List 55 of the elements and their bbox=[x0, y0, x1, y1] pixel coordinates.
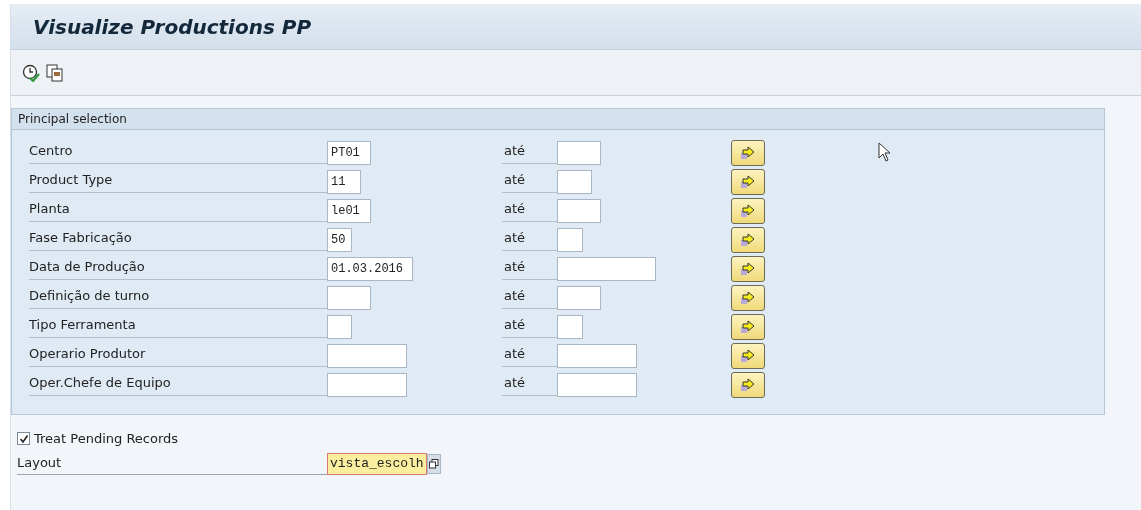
multiple-selection-button[interactable] bbox=[731, 226, 765, 253]
input-field[interactable] bbox=[557, 372, 637, 397]
field-label: Tipo Ferramenta bbox=[29, 315, 327, 338]
multiple-selection-button[interactable] bbox=[731, 168, 765, 195]
input-field[interactable]: 50 bbox=[327, 227, 352, 252]
arrow-icon bbox=[740, 348, 756, 363]
multiple-selection-button[interactable] bbox=[731, 255, 765, 282]
copy-icon bbox=[428, 458, 439, 469]
arrow-icon bbox=[740, 232, 756, 247]
input-field[interactable] bbox=[557, 140, 601, 165]
group-title: Principal selection bbox=[18, 111, 127, 128]
field-label: Planta bbox=[29, 199, 327, 222]
input-field[interactable] bbox=[327, 285, 371, 310]
field-label: Definição de turno bbox=[29, 286, 327, 309]
input-field[interactable] bbox=[557, 198, 601, 223]
layout-field[interactable]: vista_escolh bbox=[327, 452, 427, 475]
checkbox[interactable] bbox=[17, 432, 30, 446]
field-label: Fase Fabricação bbox=[29, 228, 327, 251]
copy-icon[interactable] bbox=[46, 63, 64, 82]
arrow-icon bbox=[740, 377, 756, 392]
input-field[interactable] bbox=[557, 227, 583, 252]
field-label: Layout bbox=[17, 452, 327, 475]
arrow-icon bbox=[740, 174, 756, 189]
window-title: Visualize Productions PP bbox=[33, 13, 312, 41]
input-field[interactable]: 11 bbox=[327, 169, 361, 194]
input-field[interactable]: le01 bbox=[327, 198, 371, 223]
multiple-selection-button[interactable] bbox=[731, 342, 765, 369]
multiple-selection-button[interactable] bbox=[731, 284, 765, 311]
multiple-selection-button[interactable] bbox=[731, 197, 765, 224]
checkbox-label[interactable]: Treat Pending Records bbox=[34, 429, 179, 449]
field-label: Centro bbox=[29, 141, 327, 164]
field-label: Product Type bbox=[29, 170, 327, 193]
field-label: Oper.Chefe de Equipo bbox=[29, 373, 327, 396]
multiple-selection-button[interactable] bbox=[731, 371, 765, 398]
field-label: Data de Produção bbox=[29, 257, 327, 280]
arrow-icon bbox=[740, 203, 756, 218]
multiple-selection-button[interactable] bbox=[731, 139, 765, 166]
input-field[interactable]: 01.03.2016 bbox=[327, 256, 413, 281]
input-field[interactable] bbox=[557, 256, 656, 281]
input-field[interactable]: PT01 bbox=[327, 140, 371, 165]
input-field[interactable] bbox=[327, 372, 407, 397]
input-field[interactable] bbox=[557, 169, 592, 194]
input-field[interactable] bbox=[557, 314, 583, 339]
arrow-icon bbox=[740, 261, 756, 276]
pointer-icon bbox=[878, 142, 892, 162]
input-field[interactable] bbox=[327, 343, 407, 368]
field-label: Operario Produtor bbox=[29, 344, 327, 367]
input-field[interactable] bbox=[327, 314, 352, 339]
clock-check-icon[interactable] bbox=[22, 63, 40, 82]
arrow-icon bbox=[740, 319, 756, 334]
input-field[interactable] bbox=[557, 285, 601, 310]
arrow-icon bbox=[740, 290, 756, 305]
input-field[interactable] bbox=[557, 343, 637, 368]
arrow-icon bbox=[740, 145, 756, 160]
multiple-selection-button[interactable] bbox=[731, 313, 765, 340]
